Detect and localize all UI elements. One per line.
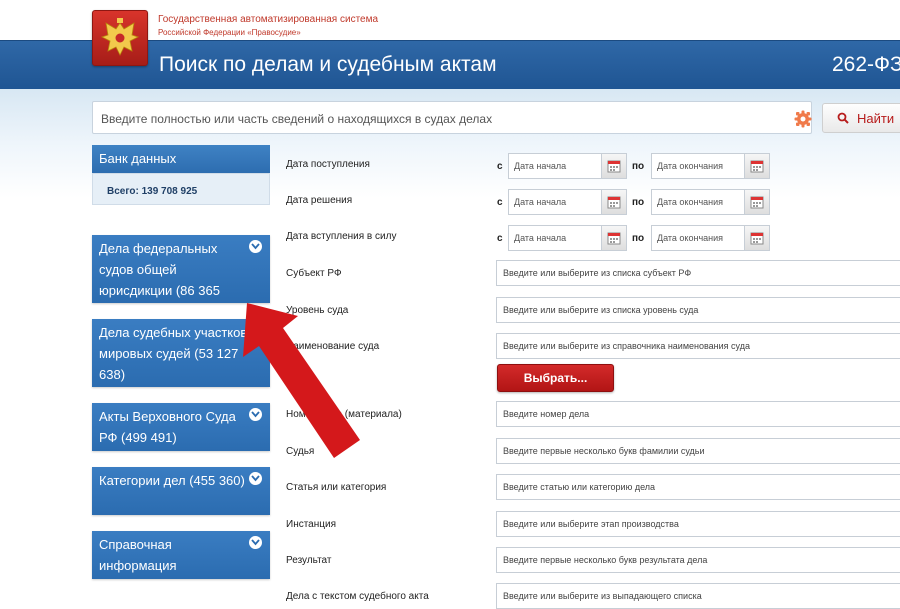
org-line-2: Российской Федерации «Правосудие» (158, 28, 301, 37)
calendar-icon[interactable] (601, 153, 627, 179)
label-judge: Судья (286, 446, 315, 457)
label-date-effective: Дата вступления в силу (286, 231, 397, 242)
find-button-label: Найти (857, 111, 895, 126)
sidebar-item-label: Акты Верховного Суда РФ (499 491) (99, 409, 236, 445)
pick-court-button[interactable]: Выбрать... (497, 364, 614, 392)
date-decision-end[interactable] (651, 189, 745, 215)
label-court-name: Наименование суда (286, 341, 380, 352)
label-instance: Инстанция (286, 519, 336, 530)
label-case-number: Номер дела (материала) (286, 409, 402, 420)
to-label: по (632, 161, 645, 172)
data-bank-total: Всего: 139 708 925 (92, 173, 270, 205)
date-arrival-start[interactable] (508, 153, 602, 179)
search-box[interactable] (92, 101, 812, 134)
sidebar-item-reference-info[interactable]: Справочная информация (92, 531, 270, 579)
sidebar-item-magistrate-courts[interactable]: Дела судебных участков мировых судей (53… (92, 319, 270, 387)
label-court-level: Уровень суда (286, 305, 349, 316)
chevron-down-icon[interactable] (249, 536, 262, 549)
label-date-decision: Дата решения (286, 195, 353, 206)
to-label: по (632, 197, 645, 208)
from-label: с (497, 161, 503, 172)
judge-input[interactable] (496, 438, 900, 464)
law-link[interactable]: 262-ФЗ (832, 53, 900, 77)
chevron-down-icon[interactable] (249, 408, 262, 421)
label-date-arrival: Дата поступления (286, 159, 370, 170)
search-icon (837, 112, 849, 124)
from-label: с (497, 233, 503, 244)
sidebar-item-label: Дела судебных участков мировых судей (53… (99, 325, 248, 382)
sidebar-item-federal-courts[interactable]: Дела федеральных судов общей юрисдикции … (92, 235, 270, 319)
subject-input[interactable] (496, 260, 900, 286)
act-text-input[interactable] (496, 583, 900, 609)
chevron-down-icon[interactable] (249, 324, 262, 337)
calendar-icon[interactable] (744, 153, 770, 179)
org-name: Государственная автоматизированная систе… (158, 13, 378, 39)
sidebar-item-label: Категории дел (455 360) (99, 473, 245, 488)
court-level-input[interactable] (496, 297, 900, 323)
chevron-down-icon[interactable] (249, 240, 262, 253)
date-decision-start[interactable] (508, 189, 602, 215)
instance-input[interactable] (496, 511, 900, 537)
page-title: Поиск по делам и судебным актам (159, 53, 497, 76)
data-bank-header: Банк данных (92, 145, 270, 173)
calendar-icon[interactable] (601, 189, 627, 215)
label-act-text: Дела с текстом судебного акта (286, 591, 429, 602)
from-label: с (497, 197, 503, 208)
sidebar-item-label: Справочная информация (99, 537, 177, 573)
to-label: по (632, 233, 645, 244)
date-effective-start[interactable] (508, 225, 602, 251)
label-result: Результат (286, 555, 332, 566)
search-input[interactable] (99, 108, 783, 130)
calendar-icon[interactable] (601, 225, 627, 251)
label-article: Статья или категория (286, 482, 387, 493)
org-line-1: Государственная автоматизированная систе… (158, 14, 379, 25)
court-name-input[interactable] (496, 333, 900, 359)
gear-icon[interactable] (794, 110, 812, 133)
sidebar-item-supreme-court[interactable]: Акты Верховного Суда РФ (499 491) (92, 403, 270, 451)
date-effective-end[interactable] (651, 225, 745, 251)
date-arrival-end[interactable] (651, 153, 745, 179)
calendar-icon[interactable] (744, 189, 770, 215)
result-input[interactable] (496, 547, 900, 573)
label-subject: Субъект РФ (286, 268, 342, 279)
article-input[interactable] (496, 474, 900, 500)
find-button[interactable]: Найти (822, 103, 900, 133)
case-number-input[interactable] (496, 401, 900, 427)
emblem-icon[interactable] (92, 10, 148, 66)
sidebar-item-case-categories[interactable]: Категории дел (455 360) (92, 467, 270, 515)
calendar-icon[interactable] (744, 225, 770, 251)
chevron-down-icon[interactable] (249, 472, 262, 485)
